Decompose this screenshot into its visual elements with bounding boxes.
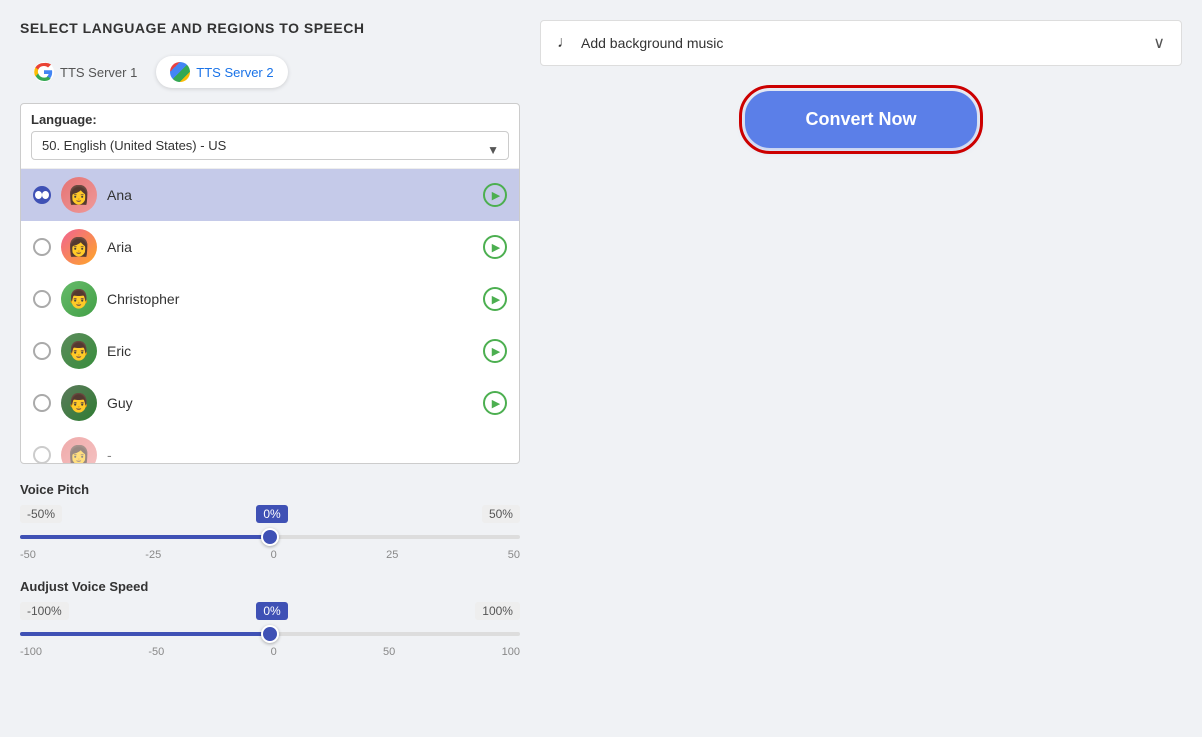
language-select-wrapper: 50. English (United States) - US ▼: [21, 131, 519, 168]
voice-speed-fill: [20, 632, 270, 636]
voice-name-guy: Guy: [107, 395, 473, 411]
left-panel: SELECT LANGUAGE AND REGIONS TO SPEECH TT…: [20, 20, 520, 717]
tts-server-1-tab[interactable]: TTS Server 1: [20, 56, 151, 88]
tts-server-2-tab[interactable]: TTS Server 2: [156, 56, 287, 88]
voice-pitch-max-badge: 50%: [482, 505, 520, 523]
voice-avatar-christopher: 👨: [61, 281, 97, 317]
section-title: SELECT LANGUAGE AND REGIONS TO SPEECH: [20, 20, 520, 36]
voice-speed-title: Audjust Voice Speed: [20, 579, 520, 594]
voice-pitch-fill: [20, 535, 270, 539]
voice-pitch-section: Voice Pitch -50% 0% 50% -50 -25 0 25 50: [20, 482, 520, 561]
voice-pitch-slider-wrapper[interactable]: [20, 527, 520, 547]
voice-speed-max-badge: 100%: [475, 602, 520, 620]
add-music-left: ♩ Add background music: [557, 34, 723, 52]
voice-name-aria: Aria: [107, 239, 473, 255]
voice-speed-current-badge: 0%: [256, 602, 287, 620]
play-btn-guy[interactable]: [483, 391, 507, 415]
voice-radio-partial: [33, 446, 51, 463]
voice-name-ana: Ana: [107, 187, 473, 203]
voice-radio-christopher: [33, 290, 51, 308]
voice-speed-ticks: -100 -50 0 50 100: [20, 646, 520, 658]
voice-avatar-partial: 👩: [61, 437, 97, 463]
voice-speed-slider-wrapper[interactable]: [20, 624, 520, 644]
music-note-icon: ♩: [557, 34, 573, 52]
voice-pitch-current-badge: 0%: [256, 505, 287, 523]
voice-item-partial[interactable]: 👩 -: [21, 429, 519, 463]
play-btn-eric[interactable]: [483, 339, 507, 363]
voice-speed-track: [20, 632, 520, 636]
voice-name-christopher: Christopher: [107, 291, 473, 307]
voice-speed-min-badge: -100%: [20, 602, 69, 620]
tts2-icon: [170, 62, 190, 82]
voice-item-christopher[interactable]: 👨 Christopher: [21, 273, 519, 325]
voice-item-eric[interactable]: 👨 Eric: [21, 325, 519, 377]
add-background-music-bar[interactable]: ♩ Add background music ∨: [540, 20, 1182, 66]
chevron-down-icon: ∨: [1153, 33, 1165, 53]
voice-name-eric: Eric: [107, 343, 473, 359]
voice-speed-labels: -100% 0% 100%: [20, 602, 520, 620]
voice-pitch-ticks: -50 -25 0 25 50: [20, 549, 520, 561]
voice-list: 👩 Ana 👩 Aria 👨 Christopher: [21, 168, 519, 463]
voice-name-partial: -: [107, 447, 507, 463]
voice-item-aria[interactable]: 👩 Aria: [21, 221, 519, 273]
voice-speed-thumb[interactable]: [261, 625, 279, 643]
voice-avatar-guy: 👨: [61, 385, 97, 421]
voice-radio-aria: [33, 238, 51, 256]
voice-radio-ana: [33, 186, 51, 204]
google-icon: [34, 62, 54, 82]
tts-server-1-label: TTS Server 1: [60, 65, 137, 80]
server-tabs: TTS Server 1 TTS Server 2: [20, 56, 520, 88]
language-select[interactable]: 50. English (United States) - US: [31, 131, 509, 160]
voice-pitch-labels: -50% 0% 50%: [20, 505, 520, 523]
voice-avatar-eric: 👨: [61, 333, 97, 369]
right-panel: ♩ Add background music ∨ Convert Now: [540, 20, 1182, 717]
voice-speed-section: Audjust Voice Speed -100% 0% 100% -100 -…: [20, 579, 520, 658]
voice-avatar-ana: 👩: [61, 177, 97, 213]
add-music-label: Add background music: [581, 35, 723, 51]
voice-radio-guy: [33, 394, 51, 412]
voice-pitch-thumb[interactable]: [261, 528, 279, 546]
voice-pitch-min-badge: -50%: [20, 505, 62, 523]
voice-avatar-aria: 👩: [61, 229, 97, 265]
voice-radio-eric: [33, 342, 51, 360]
voice-pitch-title: Voice Pitch: [20, 482, 520, 497]
play-btn-aria[interactable]: [483, 235, 507, 259]
convert-btn-wrapper: Convert Now: [540, 91, 1182, 148]
convert-now-button[interactable]: Convert Now: [745, 91, 976, 148]
voices-box: Language: 50. English (United States) - …: [20, 103, 520, 464]
voice-item-ana[interactable]: 👩 Ana: [21, 169, 519, 221]
play-btn-christopher[interactable]: [483, 287, 507, 311]
voice-item-guy[interactable]: 👨 Guy: [21, 377, 519, 429]
language-label: Language:: [21, 104, 519, 131]
voice-pitch-track: [20, 535, 520, 539]
play-btn-ana[interactable]: [483, 183, 507, 207]
tts-server-2-label: TTS Server 2: [196, 65, 273, 80]
